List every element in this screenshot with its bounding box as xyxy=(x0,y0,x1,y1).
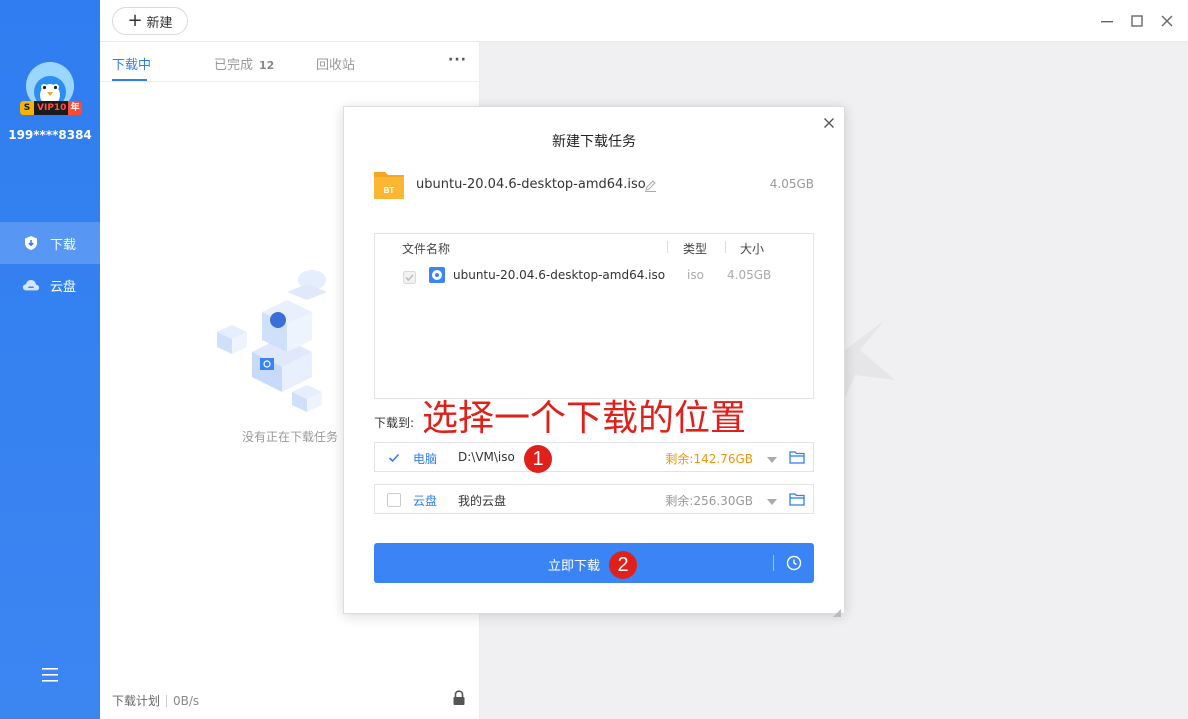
destination-local[interactable]: 电脑 D:\VM\iso 剩余:142.76GB xyxy=(374,442,814,472)
tab-downloading[interactable]: 下载中 xyxy=(112,54,151,73)
divider xyxy=(773,555,774,571)
destination-checkbox-checked[interactable] xyxy=(387,451,401,465)
torrent-file-name: ubuntu-20.04.6-desktop-amd64.iso xyxy=(416,177,646,192)
minimize-icon[interactable] xyxy=(1098,12,1116,30)
new-task-button[interactable]: + 新建 xyxy=(112,7,188,35)
download-shield-icon xyxy=(22,234,40,252)
column-divider xyxy=(725,241,726,253)
download-plan-bar: 下载计划 0B/s xyxy=(112,692,199,709)
close-icon[interactable] xyxy=(822,115,836,129)
step-badge-1: 1 xyxy=(524,445,552,473)
free-space: 剩余:142.76GB xyxy=(665,452,753,466)
folder-icon[interactable] xyxy=(789,492,805,506)
destination-kind: 云盘 xyxy=(413,494,438,508)
resize-grip-icon[interactable] xyxy=(833,602,841,617)
user-phone: 199****8384 xyxy=(8,128,92,142)
file-badge-text: BT xyxy=(384,186,395,195)
column-header-name: 文件名称 xyxy=(402,242,451,256)
chevron-down-icon[interactable] xyxy=(767,453,777,463)
chevron-down-icon[interactable] xyxy=(767,495,777,505)
menu-icon[interactable] xyxy=(40,667,60,683)
top-bar: + 新建 xyxy=(100,0,1188,42)
sidebar-item-label: 云盘 xyxy=(50,279,77,295)
plus-icon: + xyxy=(127,10,143,31)
new-download-dialog: 新建下载任务 BT ubuntu-20.04.6-desktop-amd64.i… xyxy=(343,106,845,617)
dialog-title: 新建下载任务 xyxy=(552,134,636,150)
task-tabs: 下载中 已完成 12 回收站 ··· xyxy=(100,42,480,82)
sidebar-item-cloud[interactable]: 云盘 xyxy=(0,264,100,306)
folder-bt-icon: BT xyxy=(374,169,404,199)
destination-kind: 电脑 xyxy=(413,452,438,466)
download-now-button[interactable]: 立即下载 xyxy=(374,543,814,583)
step-badge-2: 2 xyxy=(609,551,637,579)
cloud-icon xyxy=(22,276,40,294)
sidebar: S VIP10 年 199****8384 下载 云盘 xyxy=(0,0,100,719)
annotation-text: 选择一个下载的位置 xyxy=(422,398,747,439)
lock-icon[interactable] xyxy=(452,690,466,706)
tab-recycle-bin[interactable]: 回收站 xyxy=(316,54,355,73)
file-list-table: 文件名称 类型 大小 ubuntu-20.04.6-desktop-amd64.… xyxy=(374,233,814,399)
schedule-clock-icon[interactable] xyxy=(786,555,802,571)
folder-icon[interactable] xyxy=(789,450,805,464)
file-type-cell: iso xyxy=(687,268,704,282)
save-to-label: 下载到: xyxy=(374,416,415,430)
tab-completed[interactable]: 已完成 12 xyxy=(214,54,274,73)
destination-path: D:\VM\iso xyxy=(458,450,515,464)
column-divider xyxy=(667,241,668,253)
completed-count: 12 xyxy=(259,59,275,72)
tab-underline xyxy=(112,79,147,81)
sidebar-item-download[interactable]: 下载 xyxy=(0,222,100,264)
total-size: 4.05GB xyxy=(769,177,814,191)
file-checkbox[interactable] xyxy=(403,269,416,284)
sidebar-item-label: 下载 xyxy=(50,237,77,253)
edit-pencil-icon[interactable] xyxy=(644,177,657,192)
download-now-label: 立即下载 xyxy=(547,559,600,574)
destination-path: 我的云盘 xyxy=(458,494,507,508)
file-size-cell: 4.05GB xyxy=(727,268,772,282)
destination-checkbox[interactable] xyxy=(387,493,401,507)
vip-level: VIP10 xyxy=(37,103,67,113)
vip-year: 年 xyxy=(68,101,82,115)
vip-badge: S VIP10 年 xyxy=(20,101,82,115)
divider xyxy=(166,694,168,707)
download-plan-link[interactable]: 下载计划 xyxy=(112,692,160,709)
vip-s-icon: S xyxy=(20,101,34,115)
free-space: 剩余:256.30GB xyxy=(665,494,753,508)
maximize-icon[interactable] xyxy=(1128,12,1146,30)
destination-cloud[interactable]: 云盘 我的云盘 剩余:256.30GB xyxy=(374,484,814,514)
column-header-type: 类型 xyxy=(683,242,708,256)
empty-state-illustration xyxy=(212,262,352,412)
more-options-icon[interactable]: ··· xyxy=(448,52,467,68)
download-speed: 0B/s xyxy=(173,693,200,708)
new-task-label: 新建 xyxy=(146,15,173,31)
tab-label: 已完成 xyxy=(214,58,254,73)
file-name-cell: ubuntu-20.04.6-desktop-amd64.iso xyxy=(453,268,666,282)
close-window-icon[interactable] xyxy=(1158,12,1176,30)
column-header-size: 大小 xyxy=(740,242,765,256)
disc-image-icon xyxy=(429,267,445,283)
